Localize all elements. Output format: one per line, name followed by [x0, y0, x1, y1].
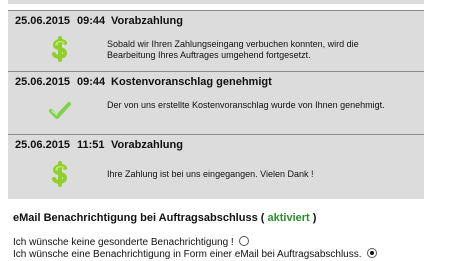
dollar-icon — [48, 161, 72, 187]
timeline-entry: 25.06.2015 09:44 Kostenvoranschlag geneh… — [8, 71, 424, 135]
status-close-paren: ) — [312, 212, 317, 224]
notification-heading: eMail Benachrichtigung bei Auftragsabsch… — [13, 211, 316, 225]
option-label: Ich wünsche eine Benachrichtigung in For… — [13, 249, 362, 260]
entry-time: 09:44 — [77, 76, 106, 88]
radio-email-notification[interactable] — [367, 248, 378, 258]
entry-message: Sobald wir Ihren Zahlungseingang verbuch… — [107, 39, 359, 60]
entry-date: 25.06.2015 — [15, 76, 71, 88]
notification-option-email[interactable]: Ich wünsche eine Benachrichtigung in For… — [13, 248, 378, 261]
entry-date: 25.06.2015 — [15, 15, 71, 27]
checkmark-icon — [48, 100, 72, 126]
entry-time: 11:51 — [77, 139, 105, 151]
entry-message: Der von uns erstellte Kostenvoranschlag … — [107, 100, 385, 110]
notification-heading-text: eMail Benachrichtigung bei Auftragsabsch… — [13, 212, 258, 224]
timeline-entry: 25.06.2015 09:44 Vorabzahlung Sobald wir… — [8, 10, 424, 72]
entry-date: 25.06.2015 — [15, 139, 71, 151]
entry-message: Ihre Zahlung ist bei uns eingegangen. Vi… — [107, 169, 314, 179]
radio-no-notification[interactable] — [239, 236, 250, 246]
previous-entry-edge — [8, 0, 424, 4]
status-timeline: 25.06.2015 09:44 Vorabzahlung Sobald wir… — [8, 0, 424, 200]
entry-title: Vorabzahlung — [111, 139, 183, 151]
option-label: Ich wünsche keine gesonderte Benachricht… — [13, 237, 234, 248]
timeline-entry: 25.06.2015 11:51 Vorabzahlung Ihre Zahlu… — [8, 134, 424, 199]
dollar-icon — [48, 36, 72, 62]
status-open-paren: ( — [260, 212, 265, 224]
status-badge: aktiviert — [267, 212, 310, 224]
entry-title: Kostenvoranschlag genehmigt — [111, 76, 272, 88]
entry-title: Vorabzahlung — [111, 15, 183, 27]
entry-time: 09:44 — [77, 15, 106, 27]
